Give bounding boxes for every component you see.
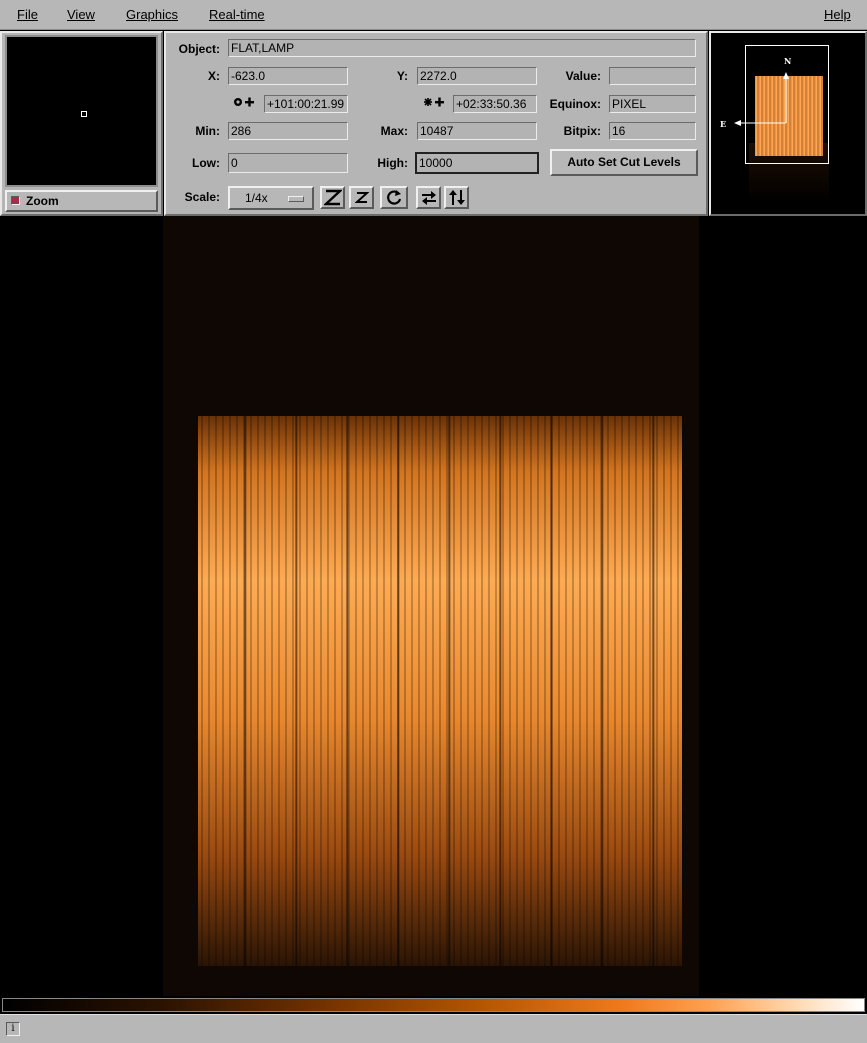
colorbar[interactable] [2, 998, 865, 1012]
zoom-checkbox[interactable] [11, 196, 20, 205]
menu-graphics[interactable]: Graphics [126, 7, 178, 22]
menu-realtime-label: Real-time [209, 7, 265, 22]
order-gaps-overlay [198, 416, 682, 966]
east-label: E [720, 119, 727, 129]
world-coord-dec-icon [422, 95, 446, 112]
equinox-field[interactable]: PIXEL [609, 95, 696, 113]
value-label: Value: [565, 69, 601, 83]
menu-file[interactable]: File [17, 7, 38, 22]
auto-set-cut-levels-button[interactable]: Auto Set Cut Levels [550, 149, 698, 176]
status-bar: i [0, 1014, 867, 1043]
flip-x-button[interactable] [416, 186, 441, 209]
low-input[interactable] [228, 153, 348, 173]
bitpix-label: Bitpix: [563, 124, 601, 138]
dec-field[interactable]: +02:33:50.36 [453, 95, 537, 113]
menu-realtime[interactable]: Real-time [209, 7, 265, 22]
y-field[interactable]: 2272.0 [417, 67, 537, 85]
zoom-out-button[interactable] [349, 186, 374, 209]
north-label: N [784, 56, 792, 66]
info-panel: Object: FLAT,LAMP X: -623.0 Y: 2272.0 Va… [164, 31, 708, 216]
menu-help-label: Help [824, 7, 851, 22]
scale-menu-button[interactable]: 1/4x [228, 186, 314, 210]
ra-field[interactable]: +101:00:21.99 [264, 95, 348, 113]
zoom-toggle[interactable]: Zoom [5, 190, 158, 212]
min-label: Min: [195, 124, 220, 138]
flip-y-button[interactable] [444, 186, 469, 209]
rotate-icon [385, 189, 403, 206]
menu-help[interactable]: Help [824, 7, 851, 22]
y-label: Y: [396, 69, 408, 83]
menu-file-label: File [17, 7, 38, 22]
flip-x-icon [420, 190, 438, 206]
high-label: High: [377, 156, 408, 170]
zoom-window[interactable] [5, 35, 158, 187]
menu-view[interactable]: View [67, 7, 95, 22]
pan-panel: N E [709, 31, 867, 216]
scale-value: 1/4x [245, 191, 268, 205]
zoom-in-button[interactable] [320, 186, 345, 209]
value-field[interactable] [609, 67, 696, 85]
option-menu-indicator-icon [288, 196, 304, 202]
menu-graphics-label: Graphics [126, 7, 179, 22]
bitpix-field[interactable]: 16 [609, 122, 696, 140]
zoom-cursor-marker [81, 111, 87, 117]
x-field[interactable]: -623.0 [228, 67, 348, 85]
menu-view-label: View [67, 7, 95, 22]
info-icon: i [6, 1022, 20, 1036]
low-label: Low: [192, 156, 220, 170]
min-field[interactable]: 286 [228, 122, 348, 140]
compass-arrows-icon [734, 72, 789, 126]
high-input[interactable] [415, 152, 539, 174]
max-label: Max: [380, 124, 408, 138]
zoom-label: Zoom [26, 194, 59, 208]
menu-bar: File View Graphics Real-time Help [0, 0, 867, 30]
flip-y-icon [448, 189, 466, 206]
zoom-out-icon [354, 191, 369, 204]
scale-label: Scale: [184, 190, 220, 204]
equinox-label: Equinox: [549, 97, 601, 111]
x-label: X: [208, 69, 220, 83]
object-field[interactable]: FLAT,LAMP [228, 39, 696, 57]
image-display[interactable] [0, 216, 867, 996]
world-coord-ra-icon [232, 95, 256, 112]
rotate-button[interactable] [380, 186, 408, 209]
zoom-in-icon [323, 189, 342, 206]
zoom-panel: Zoom [0, 31, 163, 216]
object-label: Object: [178, 42, 220, 56]
max-field[interactable]: 10487 [417, 122, 537, 140]
